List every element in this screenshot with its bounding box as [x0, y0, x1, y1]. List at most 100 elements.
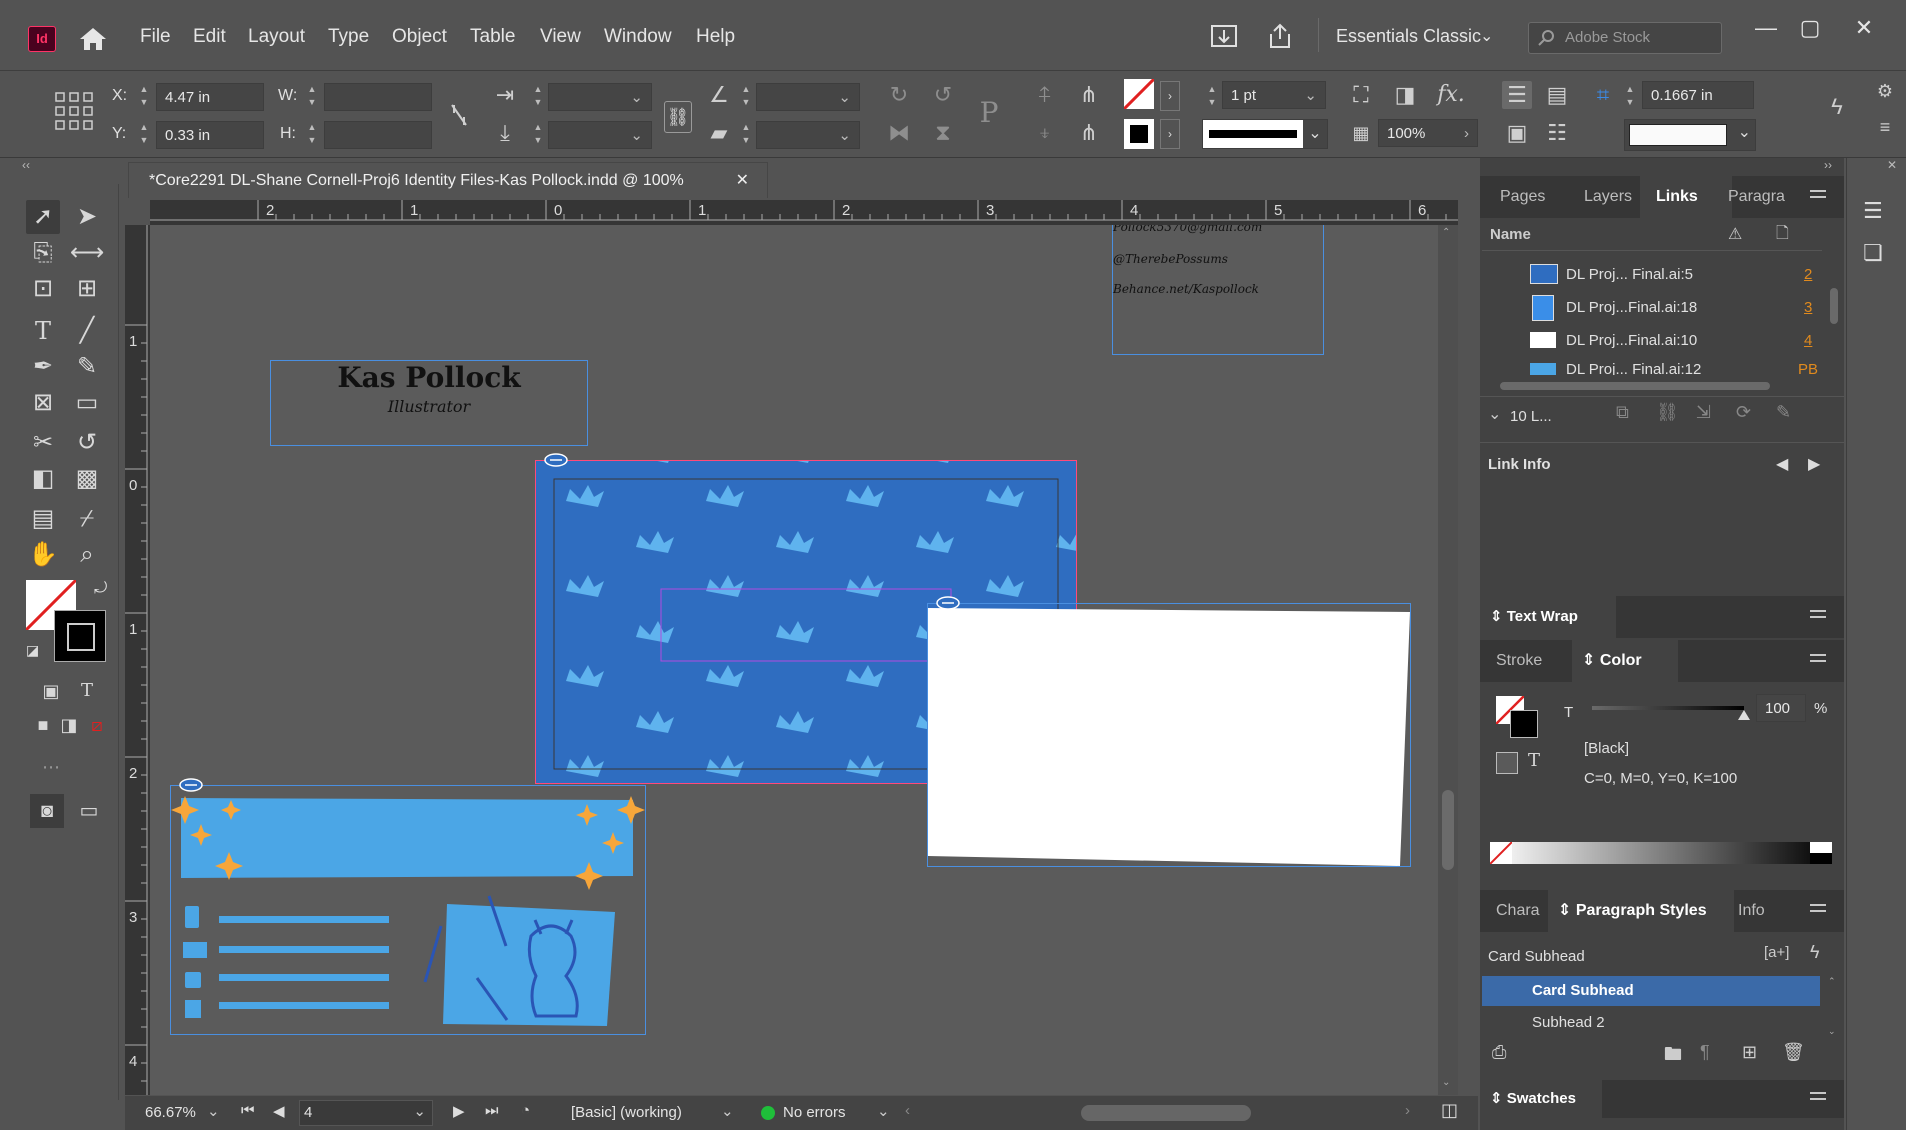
stroke-weight-stepper[interactable]: ▲ ▼	[1204, 83, 1220, 111]
direct-selection-tool-icon[interactable]: ➤	[70, 200, 104, 234]
note-tool-icon[interactable]: ▤	[26, 502, 60, 536]
link-page[interactable]: PB	[1798, 361, 1818, 375]
rectangle-tool-icon[interactable]: ▭	[70, 386, 104, 420]
menu-object[interactable]: Object	[392, 26, 447, 48]
stroke-proxy[interactable]	[54, 610, 106, 662]
reverse-icon[interactable]: ⋯	[34, 750, 68, 784]
text-wrap-shape-icon[interactable]: ▣	[1502, 119, 1532, 147]
shear-stepper[interactable]: ▲ ▼	[738, 121, 754, 149]
opacity-field[interactable]: 100% ›	[1378, 119, 1478, 147]
next-page-icon[interactable]: ▶	[453, 1102, 465, 1120]
eyedropper-tool-icon[interactable]: ⌿	[70, 502, 104, 536]
constrain-proportions-icon[interactable]	[448, 101, 470, 129]
link-page[interactable]: 3	[1804, 299, 1812, 316]
zoom-tool-icon[interactable]: ⌕	[70, 538, 104, 572]
chevron-down-icon[interactable]: ⌄	[207, 1102, 220, 1120]
panel-menu-icon[interactable]	[1810, 904, 1830, 918]
scrollbar-thumb[interactable]	[1442, 790, 1454, 870]
scale-y-field[interactable]: ⌄	[548, 121, 652, 149]
rectangle-frame-tool-icon[interactable]: ⊠	[26, 386, 60, 420]
list-item[interactable]: DL Proj... Final.ai:12 PB	[1480, 357, 1820, 375]
h-stepper[interactable]: ▲ ▼	[304, 121, 320, 149]
shear-field[interactable]: ⌄	[756, 121, 860, 149]
tint-field[interactable]: 100	[1756, 694, 1806, 722]
panel-menu-icon[interactable]	[1810, 610, 1830, 624]
rotate-stepper[interactable]: ▲ ▼	[738, 83, 754, 111]
w-stepper[interactable]: ▲ ▼	[304, 83, 320, 111]
tint-slider[interactable]	[1592, 702, 1750, 720]
drop-shadow-icon[interactable]: ◨	[1390, 81, 1420, 109]
horizontal-scrollbar-thumb[interactable]	[1081, 1105, 1251, 1121]
menu-help[interactable]: Help	[696, 26, 735, 48]
select-container-icon[interactable]: ⍏	[1030, 81, 1060, 109]
selection-tool-icon[interactable]: ➚	[26, 200, 60, 234]
w-field[interactable]	[324, 83, 432, 111]
tab-layers[interactable]: Layers	[1584, 176, 1632, 218]
name-text-frame[interactable]: Kas Pollock Illustrator	[270, 360, 588, 446]
menu-file[interactable]: File	[140, 26, 171, 48]
tab-stroke[interactable]: Stroke	[1496, 640, 1542, 682]
gradient-feather-tool-icon[interactable]: ▩	[70, 462, 104, 496]
hand-tool-icon[interactable]: ✋	[26, 538, 60, 572]
frame-fitting-icon[interactable]: ⛶	[1346, 81, 1376, 109]
gap-tool-icon[interactable]: ⟷	[70, 236, 104, 270]
trash-icon[interactable]: 🗑	[1782, 1042, 1805, 1063]
page-sort-icon[interactable]: 🗋	[1776, 222, 1789, 249]
select-next-object-icon[interactable]: ⋔	[1074, 119, 1104, 147]
fill-swatch[interactable]	[1124, 79, 1154, 109]
gear-icon[interactable]: ⚙	[1870, 77, 1900, 105]
cc-libraries-icon[interactable]: ❏	[1863, 240, 1883, 266]
stroke-weight-field[interactable]: 1 pt ⌄	[1222, 81, 1326, 109]
list-item[interactable]: Card Subhead	[1482, 976, 1820, 1006]
list-item[interactable]: DL Proj...Final.ai:18 3	[1480, 291, 1820, 323]
preflight-profile[interactable]: [Basic] (working)	[571, 1104, 682, 1121]
share-icon[interactable]	[1266, 22, 1294, 50]
rotate-ccw-icon[interactable]: ↺	[928, 81, 958, 109]
quick-apply-icon[interactable]: ϟ	[1810, 942, 1820, 963]
collapse-panels-icon[interactable]: ‹‹	[22, 158, 30, 172]
formatting-text-icon[interactable]: T	[70, 674, 104, 708]
effects-fx-icon[interactable]: fx.	[1436, 81, 1466, 109]
last-page-icon[interactable]: ⏭	[485, 1102, 499, 1119]
rotate-field[interactable]: ⌄	[756, 83, 860, 111]
folder-icon[interactable]: 🖿	[1664, 1042, 1682, 1072]
chevron-down-icon[interactable]: ⌄	[838, 84, 851, 112]
color-formatting-text-icon[interactable]: T	[1528, 750, 1540, 771]
flip-vertical-icon[interactable]: ⧗	[928, 119, 958, 147]
menu-table[interactable]: Table	[470, 26, 515, 48]
white-card-frame[interactable]	[927, 596, 1411, 867]
chevron-down-icon[interactable]: ⌄	[1480, 26, 1493, 46]
color-stroke-proxy[interactable]	[1510, 710, 1538, 738]
first-page-icon[interactable]: ⏮	[241, 1102, 255, 1119]
chevron-down-icon[interactable]: ⌄	[630, 122, 643, 150]
scroll-left-icon[interactable]: ‹	[905, 1102, 910, 1119]
page-tool-icon[interactable]: ⎘	[26, 236, 60, 270]
links-scrollbar[interactable]	[1828, 258, 1840, 376]
vertical-ruler[interactable]: 1 0 1 2 3 4	[125, 225, 150, 1095]
clear-overrides-icon[interactable]: ¶	[1700, 1042, 1710, 1063]
menu-window[interactable]: Window	[604, 26, 672, 48]
document-tab[interactable]: *Core2291 DL-Shane Cornell-Proj6 Identit…	[128, 162, 768, 198]
contact-card-illustration[interactable]	[170, 778, 646, 1035]
chevron-down-icon[interactable]: ⌄	[630, 84, 643, 112]
scroll-right-icon[interactable]: ›	[1405, 1102, 1410, 1119]
tab-color[interactable]: ⇕ Color	[1572, 640, 1678, 682]
link-scale-icon[interactable]: ⛓	[664, 101, 692, 133]
style-group-icon[interactable]: ⎙	[1492, 1042, 1506, 1063]
fill-stroke-proxy[interactable]: ⤾ ◪	[26, 580, 116, 670]
go-to-link-icon[interactable]: ⇲	[1696, 402, 1711, 423]
tab-paragraph-styles[interactable]: ⇕ Paragraph Styles	[1548, 890, 1734, 932]
page-number-field[interactable]: 4 ⌄	[299, 1100, 433, 1126]
chevron-down-icon[interactable]: ⌄	[721, 1102, 734, 1120]
formatting-container-icon[interactable]: ▣	[34, 674, 68, 708]
previous-page-icon[interactable]: ◀	[273, 1102, 285, 1120]
scroll-up-icon[interactable]: ⌃	[1442, 227, 1450, 238]
new-style-icon[interactable]: [a+]	[1764, 944, 1789, 961]
panel-menu-icon[interactable]	[1810, 654, 1830, 668]
content-collector-icon[interactable]: ⊡	[26, 272, 60, 306]
search-input[interactable]: Adobe Stock	[1565, 29, 1650, 46]
scale-x-field[interactable]: ⌄	[548, 83, 652, 111]
stroke-type-select[interactable]: ⌄	[1202, 119, 1328, 149]
properties-icon[interactable]: ☰	[1863, 198, 1883, 224]
screen-mode-icon[interactable]: ▭	[72, 794, 106, 828]
